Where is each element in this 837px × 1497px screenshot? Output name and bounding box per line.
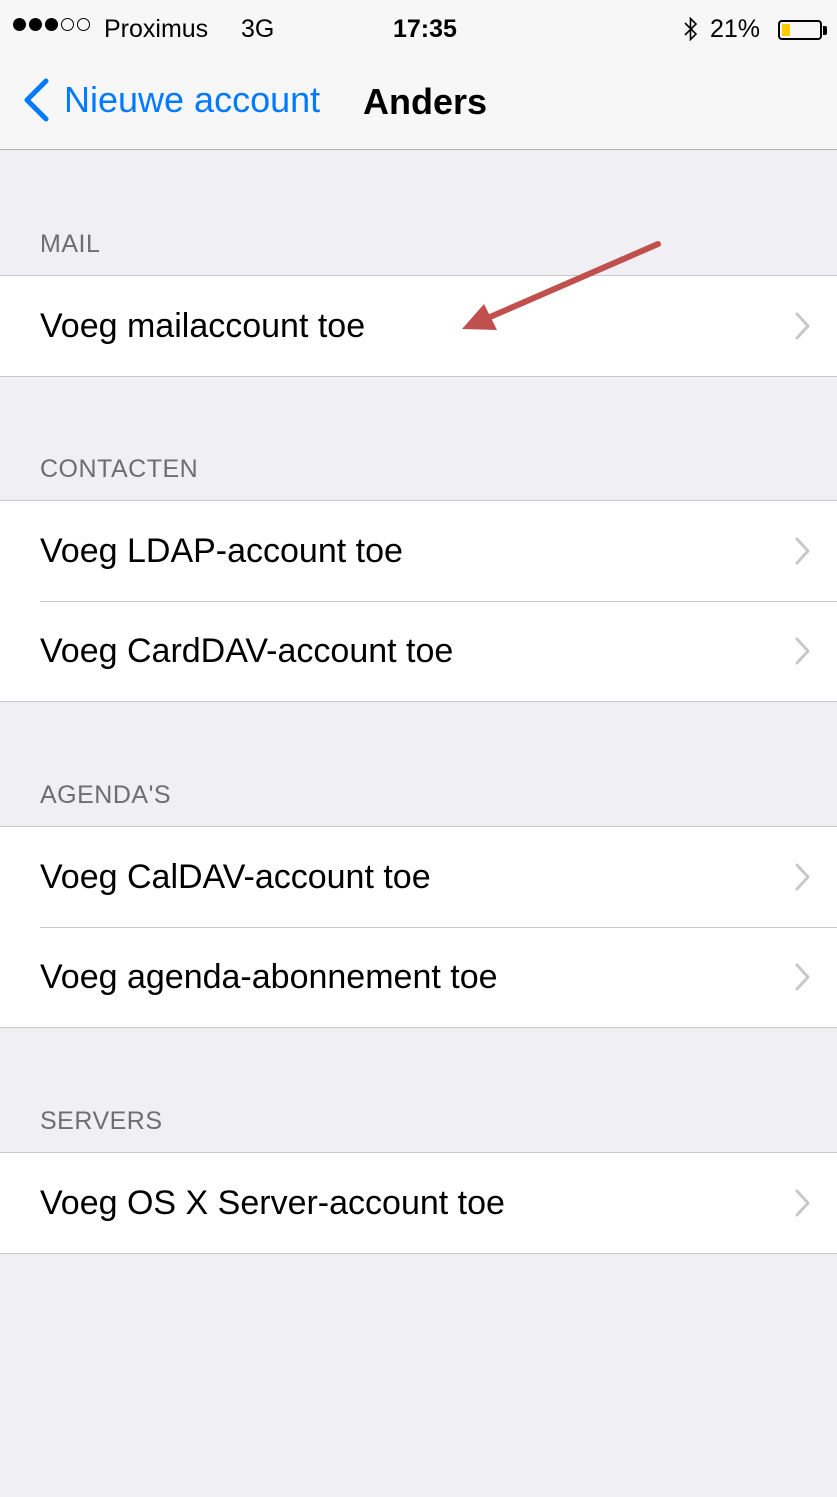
signal-dot-empty [61, 18, 74, 31]
row-add-caldav-account[interactable]: Voeg CalDAV-account toe [0, 827, 837, 927]
row-add-carddav-account[interactable]: Voeg CardDAV-account toe [0, 601, 837, 701]
row-add-calendar-subscription[interactable]: Voeg agenda-abonnement toe [0, 927, 837, 1027]
signal-dot-filled [45, 18, 58, 31]
battery-fill [782, 24, 790, 36]
battery-icon [778, 20, 822, 40]
chevron-right-icon [795, 863, 810, 891]
section-header-calendars: AGENDA'S [40, 781, 172, 809]
carrier-name: Proximus [104, 15, 209, 43]
section-header-contacts: CONTACTEN [40, 455, 199, 483]
bluetooth-icon [684, 16, 698, 42]
row-label: Voeg CardDAV-account toe [40, 631, 454, 670]
row-label: Voeg CalDAV-account toe [40, 857, 431, 896]
row-add-mail-account[interactable]: Voeg mailaccount toe [0, 276, 837, 376]
battery-percentage: 21% [710, 15, 761, 43]
page-title: Anders [363, 81, 488, 122]
signal-dot-filled [29, 18, 42, 31]
row-add-ldap-account[interactable]: Voeg LDAP-account toe [0, 501, 837, 601]
back-button-label: Nieuwe account [64, 79, 321, 120]
network-type: 3G [241, 15, 275, 43]
signal-dot-empty [77, 18, 90, 31]
status-bar: Proximus 3G 17:35 21% [0, 0, 837, 62]
group-contacts: Voeg LDAP-account toe Voeg CardDAV-accou… [0, 500, 837, 702]
back-button[interactable]: Nieuwe account [22, 78, 320, 122]
red-arrow-icon [462, 241, 661, 330]
row-label: Voeg mailaccount toe [40, 306, 366, 345]
chevron-left-icon [24, 78, 49, 122]
signal-strength-icon [13, 18, 90, 31]
row-add-osx-server-account[interactable]: Voeg OS X Server-account toe [0, 1153, 837, 1253]
top-bar: Proximus 3G 17:35 21% Nieuwe account And… [0, 0, 837, 150]
chevron-right-icon [795, 312, 810, 340]
row-label: Voeg OS X Server-account toe [40, 1183, 505, 1222]
status-time: 17:35 [393, 15, 457, 43]
chevron-right-icon [795, 963, 810, 991]
group-calendars: Voeg CalDAV-account toe Voeg agenda-abon… [0, 826, 837, 1028]
chevron-right-icon [795, 537, 810, 565]
battery-tip [823, 26, 827, 35]
section-header-servers: SERVERS [40, 1107, 163, 1135]
chevron-right-icon [795, 637, 810, 665]
row-label: Voeg LDAP-account toe [40, 531, 403, 570]
group-mail: Voeg mailaccount toe [0, 275, 837, 377]
signal-dot-filled [13, 18, 26, 31]
section-header-mail: MAIL [40, 230, 101, 258]
row-label: Voeg agenda-abonnement toe [40, 957, 498, 996]
group-servers: Voeg OS X Server-account toe [0, 1152, 837, 1254]
chevron-right-icon [795, 1189, 810, 1217]
